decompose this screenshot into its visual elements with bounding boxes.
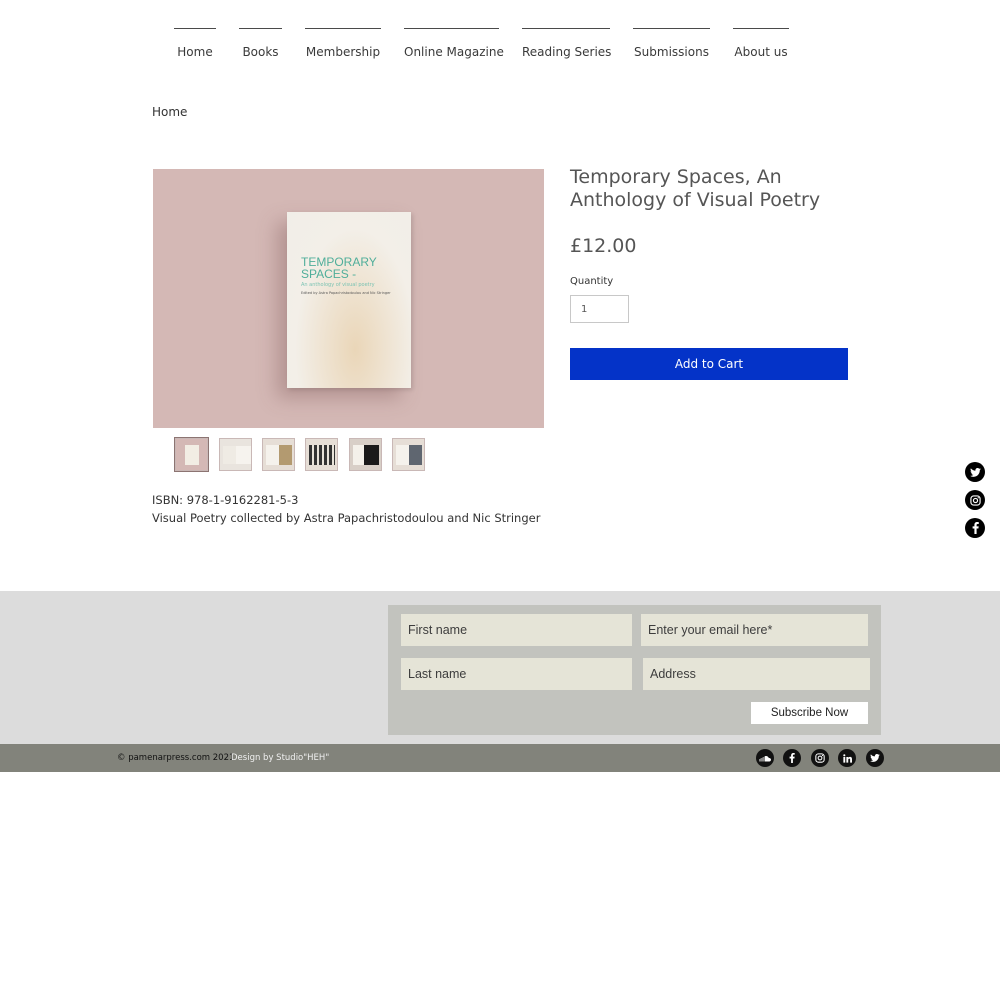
design-credit-link[interactable]: Design by Studio"HEH" <box>231 753 329 763</box>
instagram-icon[interactable] <box>965 490 985 510</box>
nav-reading-series[interactable]: Reading Series <box>522 28 611 60</box>
soundcloud-icon[interactable] <box>756 749 774 767</box>
copyright-text: © pamenarpress.com 2021 <box>117 753 235 763</box>
twitter-icon[interactable] <box>866 749 884 767</box>
thumbnail-2[interactable] <box>219 438 252 471</box>
last-name-field[interactable] <box>401 658 632 690</box>
address-field[interactable] <box>643 658 870 690</box>
thumbnail-4[interactable] <box>305 438 338 471</box>
nav-membership[interactable]: Membership <box>305 28 381 60</box>
nav-home[interactable]: Home <box>174 28 216 60</box>
book-cover: TEMPORARY SPACES - An anthology of visua… <box>287 212 411 388</box>
isbn-text: ISBN: 978-1-9162281-5-3 <box>152 493 299 507</box>
thumbnail-1[interactable] <box>174 437 209 472</box>
quantity-label: Quantity <box>570 276 614 287</box>
facebook-icon[interactable] <box>965 518 985 538</box>
nav-submissions[interactable]: Submissions <box>633 28 710 60</box>
linkedin-icon[interactable] <box>838 749 856 767</box>
nav-online-magazine[interactable]: Online Magazine <box>404 28 504 60</box>
cover-title: TEMPORARY SPACES - <box>301 255 377 281</box>
nav-about-us[interactable]: About us <box>733 28 789 60</box>
product-main-image[interactable]: TEMPORARY SPACES - An anthology of visua… <box>153 169 544 428</box>
email-field[interactable] <box>641 614 868 646</box>
product-title: Temporary Spaces, An Anthology of Visual… <box>570 166 821 211</box>
thumbnail-6[interactable] <box>392 438 425 471</box>
nav-books[interactable]: Books <box>239 28 282 60</box>
breadcrumb[interactable]: Home <box>152 105 187 119</box>
subscribe-button[interactable]: Subscribe Now <box>751 702 868 724</box>
first-name-field[interactable] <box>401 614 632 646</box>
instagram-icon[interactable] <box>811 749 829 767</box>
cover-editors: Edited by Astra Papachristodoulou and Ni… <box>301 291 391 295</box>
thumbnail-5[interactable] <box>349 438 382 471</box>
description-text: Visual Poetry collected by Astra Papachr… <box>152 511 541 525</box>
product-price: £12.00 <box>570 235 637 257</box>
cover-subtitle: An anthology of visual poetry <box>301 282 375 288</box>
product-description: ISBN: 978-1-9162281-5-3 Visual Poetry co… <box>152 491 540 527</box>
add-to-cart-button[interactable]: Add to Cart <box>570 348 848 380</box>
twitter-icon[interactable] <box>965 462 985 482</box>
thumbnail-3[interactable] <box>262 438 295 471</box>
facebook-icon[interactable] <box>783 749 801 767</box>
quantity-input[interactable] <box>570 295 629 323</box>
